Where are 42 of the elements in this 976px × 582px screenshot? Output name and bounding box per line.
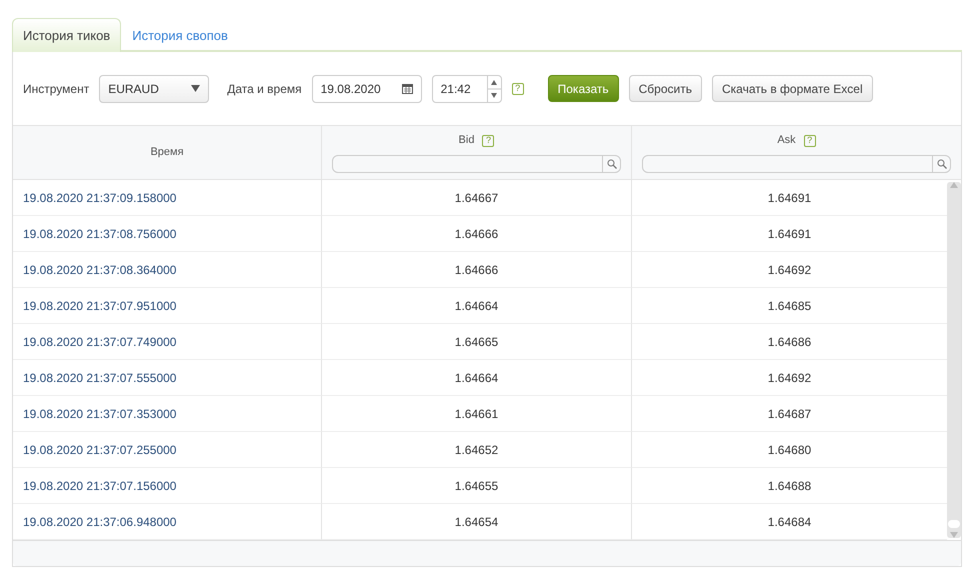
time-field[interactable]: 21:42 xyxy=(432,74,502,102)
search-icon[interactable] xyxy=(606,158,616,169)
tab[interactable]: История тиков xyxy=(12,18,122,52)
table-cell: 1.64655 xyxy=(322,468,632,504)
column-header: Время xyxy=(150,145,184,160)
scroll-up-icon[interactable] xyxy=(950,182,958,188)
table-cell: 19.08.2020 21:37:07.156000 xyxy=(13,468,322,504)
spinner-icon[interactable] xyxy=(486,76,501,102)
column-header: Bid xyxy=(458,133,474,148)
search-icon[interactable] xyxy=(936,158,946,169)
table-cell: 19.08.2020 21:37:07.749000 xyxy=(13,324,322,360)
table-cell: 1.64665 xyxy=(322,324,632,360)
table-cell: 1.64652 xyxy=(322,432,632,468)
table-cell: 1.64664 xyxy=(322,360,632,396)
table-cell: 1.64666 xyxy=(322,216,632,252)
search-field[interactable] xyxy=(642,154,951,173)
table-cell: 1.64667 xyxy=(322,180,632,216)
button[interactable]: Сбросить xyxy=(628,75,702,102)
date-field[interactable]: 19.08.2020 xyxy=(312,74,422,102)
tab[interactable]: История свопов xyxy=(121,18,239,52)
button[interactable]: Скачать в формате Excel xyxy=(712,75,873,102)
datetime-label: Дата и время xyxy=(227,80,302,98)
table-cell: 19.08.2020 21:37:09.158000 xyxy=(13,180,322,216)
table-cell: 19.08.2020 21:37:07.951000 xyxy=(13,288,322,324)
scroll-thumb[interactable] xyxy=(948,520,960,528)
caret-icon xyxy=(191,85,200,92)
table-cell: 1.64664 xyxy=(322,288,632,324)
table-cell: 1.64661 xyxy=(322,396,632,432)
scrollbar[interactable] xyxy=(947,182,961,538)
search-field[interactable] xyxy=(332,154,621,173)
scroll-down-icon[interactable] xyxy=(950,532,958,538)
table-cell: 19.08.2020 21:37:07.353000 xyxy=(13,396,322,432)
table-cell: 1.64666 xyxy=(322,252,632,288)
calendar-icon[interactable] xyxy=(402,83,413,94)
instrument-label: Инструмент xyxy=(23,80,90,98)
column-header: Ask xyxy=(777,133,796,148)
table-cell: 19.08.2020 21:37:07.255000 xyxy=(13,432,322,468)
table-cell: 1.64691 xyxy=(632,180,947,216)
table-cell: 19.08.2020 21:37:08.364000 xyxy=(13,252,322,288)
table-cell: 19.08.2020 21:37:08.756000 xyxy=(13,216,322,252)
instrument-select[interactable]: EURAUD xyxy=(99,74,210,102)
table-cell: 19.08.2020 21:37:07.555000 xyxy=(13,360,322,396)
